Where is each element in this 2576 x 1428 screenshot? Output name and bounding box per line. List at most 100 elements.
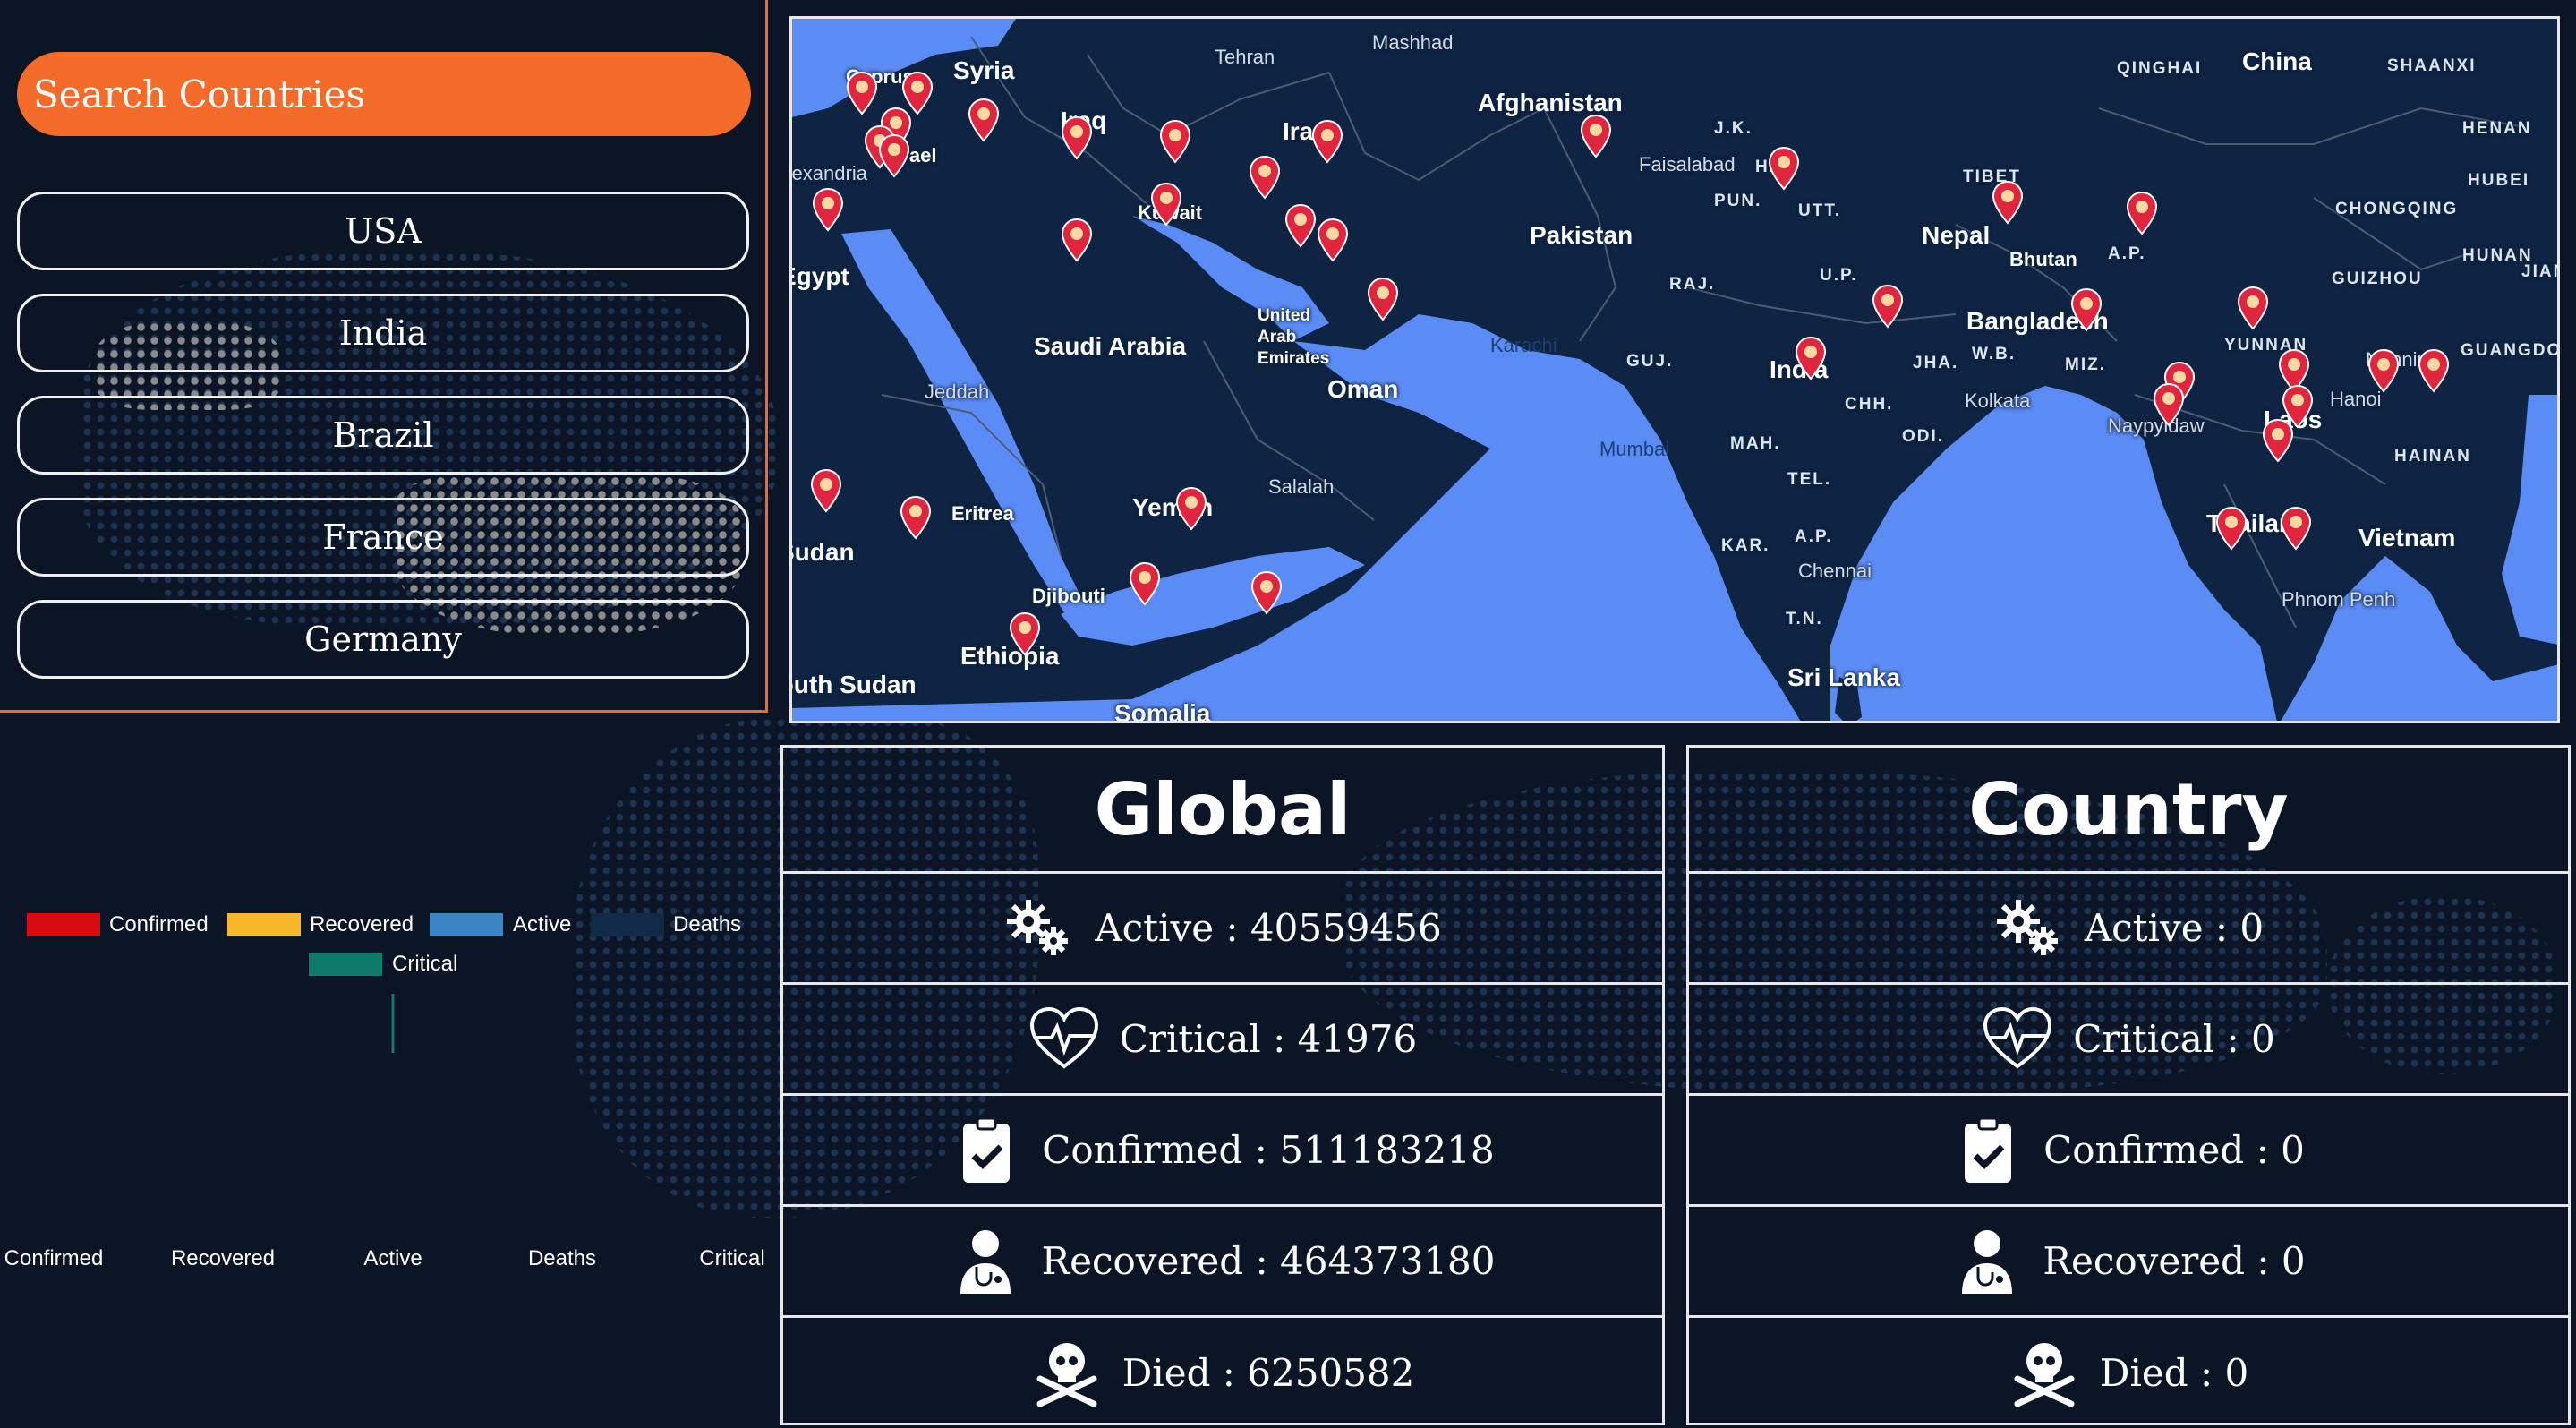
map-label: Saudi Arabia <box>1034 332 1187 360</box>
global-died-row: Died : 6250582 <box>783 1315 1662 1428</box>
legend-swatch-active[interactable] <box>430 913 503 936</box>
gears-icon <box>1007 899 1069 955</box>
global-active-row: Active : 40559456 <box>783 871 1662 982</box>
doctor-icon <box>960 1229 1011 1294</box>
map-label: South Sudan <box>792 671 917 698</box>
country-recovered-row: Recovered : 0 <box>1689 1204 2568 1315</box>
skull-crossbones-icon <box>1036 1342 1097 1407</box>
map-label: GUIZHOU <box>2332 269 2423 288</box>
map-label: J.K. <box>1714 119 1753 138</box>
map-label: W.B. <box>1972 345 2017 363</box>
map-marker-icon[interactable] <box>1795 336 1827 381</box>
map-label: Syria <box>953 56 1015 84</box>
legend-swatch-critical[interactable] <box>309 953 382 976</box>
map-marker-icon[interactable] <box>2237 286 2269 330</box>
map-marker-icon[interactable] <box>2367 348 2400 393</box>
gears-icon <box>1996 899 2058 955</box>
heartbeat-icon <box>1983 1006 2052 1068</box>
map-label: CHH. <box>1845 395 1894 414</box>
map-label: PUN. <box>1714 192 1762 210</box>
map-label: TEL. <box>1787 470 1832 489</box>
x-tick-active: Active <box>363 1246 422 1270</box>
legend-label-critical: Critical <box>392 952 458 976</box>
map-label: A.P. <box>1795 527 1833 546</box>
map-marker-icon[interactable] <box>2215 506 2248 551</box>
legend-label-deaths: Deaths <box>673 912 742 936</box>
red-sea <box>841 229 1088 614</box>
map-label: ODI. <box>1902 427 1945 446</box>
map-label: Chennai <box>1798 560 1872 582</box>
map-marker-icon[interactable] <box>1129 561 1161 606</box>
country-button-brazil[interactable]: Brazil <box>17 396 749 475</box>
map-label: HUBEI <box>2468 171 2530 190</box>
map-label: Salalah <box>1268 475 1335 498</box>
map-marker-icon[interactable] <box>846 71 878 115</box>
country-critical-text: Critical : 0 <box>2073 1017 2275 1061</box>
map-label: HAINAN <box>2394 447 2471 466</box>
map-label: Pakistan <box>1530 221 1633 249</box>
map-label: T.N. <box>1786 610 1823 628</box>
map-marker-icon[interactable] <box>968 98 1000 142</box>
map-label: KAR. <box>1721 536 1770 555</box>
map-marker-icon[interactable] <box>1992 180 2024 225</box>
x-tick-recovered: Recovered <box>170 1246 276 1270</box>
map-marker-icon[interactable] <box>1249 155 1281 200</box>
map-label: JHA. <box>1913 354 1959 372</box>
map-marker-icon[interactable] <box>2280 506 2312 551</box>
map-label: A.P. <box>2108 244 2146 263</box>
map-marker-icon[interactable] <box>1250 570 1283 615</box>
map-marker-icon[interactable] <box>1009 611 1041 656</box>
map-label: QINGHAI <box>2117 59 2203 78</box>
map-marker-icon[interactable] <box>1061 218 1093 262</box>
map-marker-icon[interactable] <box>1317 218 1349 262</box>
covid-map[interactable]: Cyprus Syria Tehran Mashhad Iraq Israel … <box>789 16 2560 723</box>
map-marker-icon[interactable] <box>900 495 932 540</box>
map-marker-icon[interactable] <box>2282 384 2314 429</box>
map-label: Somalia <box>1114 699 1211 723</box>
map-marker-icon[interactable] <box>1367 277 1399 321</box>
map-marker-icon[interactable] <box>1872 284 1904 329</box>
country-active-row: Active : 0 <box>1689 871 2568 982</box>
legend-swatch-recovered[interactable] <box>227 913 301 936</box>
map-label: HENAN <box>2462 119 2532 138</box>
map-marker-icon[interactable] <box>810 468 842 513</box>
map-label: UTT. <box>1798 201 1842 220</box>
search-countries-button[interactable]: Search Countries <box>17 52 751 136</box>
map-marker-icon[interactable] <box>1580 114 1612 158</box>
map-label: U.P. <box>1820 266 1858 285</box>
legend-label-recovered: Recovered <box>310 912 414 936</box>
map-marker-icon[interactable] <box>1159 119 1191 164</box>
heartbeat-icon <box>1029 1006 1098 1068</box>
country-button-germany[interactable]: Germany <box>17 600 749 679</box>
country-button-usa[interactable]: USA <box>17 192 749 270</box>
map-marker-icon[interactable] <box>1311 119 1343 164</box>
map-label: Eritrea <box>951 502 1014 525</box>
map-marker-icon[interactable] <box>1175 486 1207 531</box>
country-critical-row: Critical : 0 <box>1689 982 2568 1093</box>
map-marker-icon[interactable] <box>2418 348 2450 393</box>
map-marker-icon[interactable] <box>878 133 910 178</box>
country-button-france[interactable]: France <box>17 498 749 577</box>
legend-swatch-deaths[interactable] <box>591 913 664 936</box>
doctor-icon <box>1962 1229 2013 1294</box>
map-marker-icon[interactable] <box>1061 115 1093 160</box>
country-button-india[interactable]: India <box>17 294 749 372</box>
map-marker-icon[interactable] <box>1284 203 1317 248</box>
map-marker-icon[interactable] <box>1768 146 1800 191</box>
map-label: Tehran <box>1215 46 1275 68</box>
map-label: Kolkata <box>1965 389 2031 412</box>
global-confirmed-text: Confirmed : 511183218 <box>1042 1128 1495 1172</box>
skull-crossbones-icon <box>2014 1342 2075 1407</box>
map-label: Oman <box>1327 375 1399 403</box>
legend-swatch-confirmed[interactable] <box>27 913 100 936</box>
map-marker-icon[interactable] <box>2070 287 2103 332</box>
map-label: Sri Lanka <box>1787 663 1901 691</box>
map-marker-icon[interactable] <box>2153 382 2185 427</box>
map-marker-icon[interactable] <box>1150 182 1182 227</box>
map-label: Egypt <box>792 262 849 290</box>
map-marker-icon[interactable] <box>812 187 844 232</box>
map-marker-icon[interactable] <box>2126 191 2158 235</box>
global-critical-text: Critical : 41976 <box>1119 1017 1418 1061</box>
bar-chart <box>391 994 395 1053</box>
global-title: Global <box>1094 767 1352 851</box>
